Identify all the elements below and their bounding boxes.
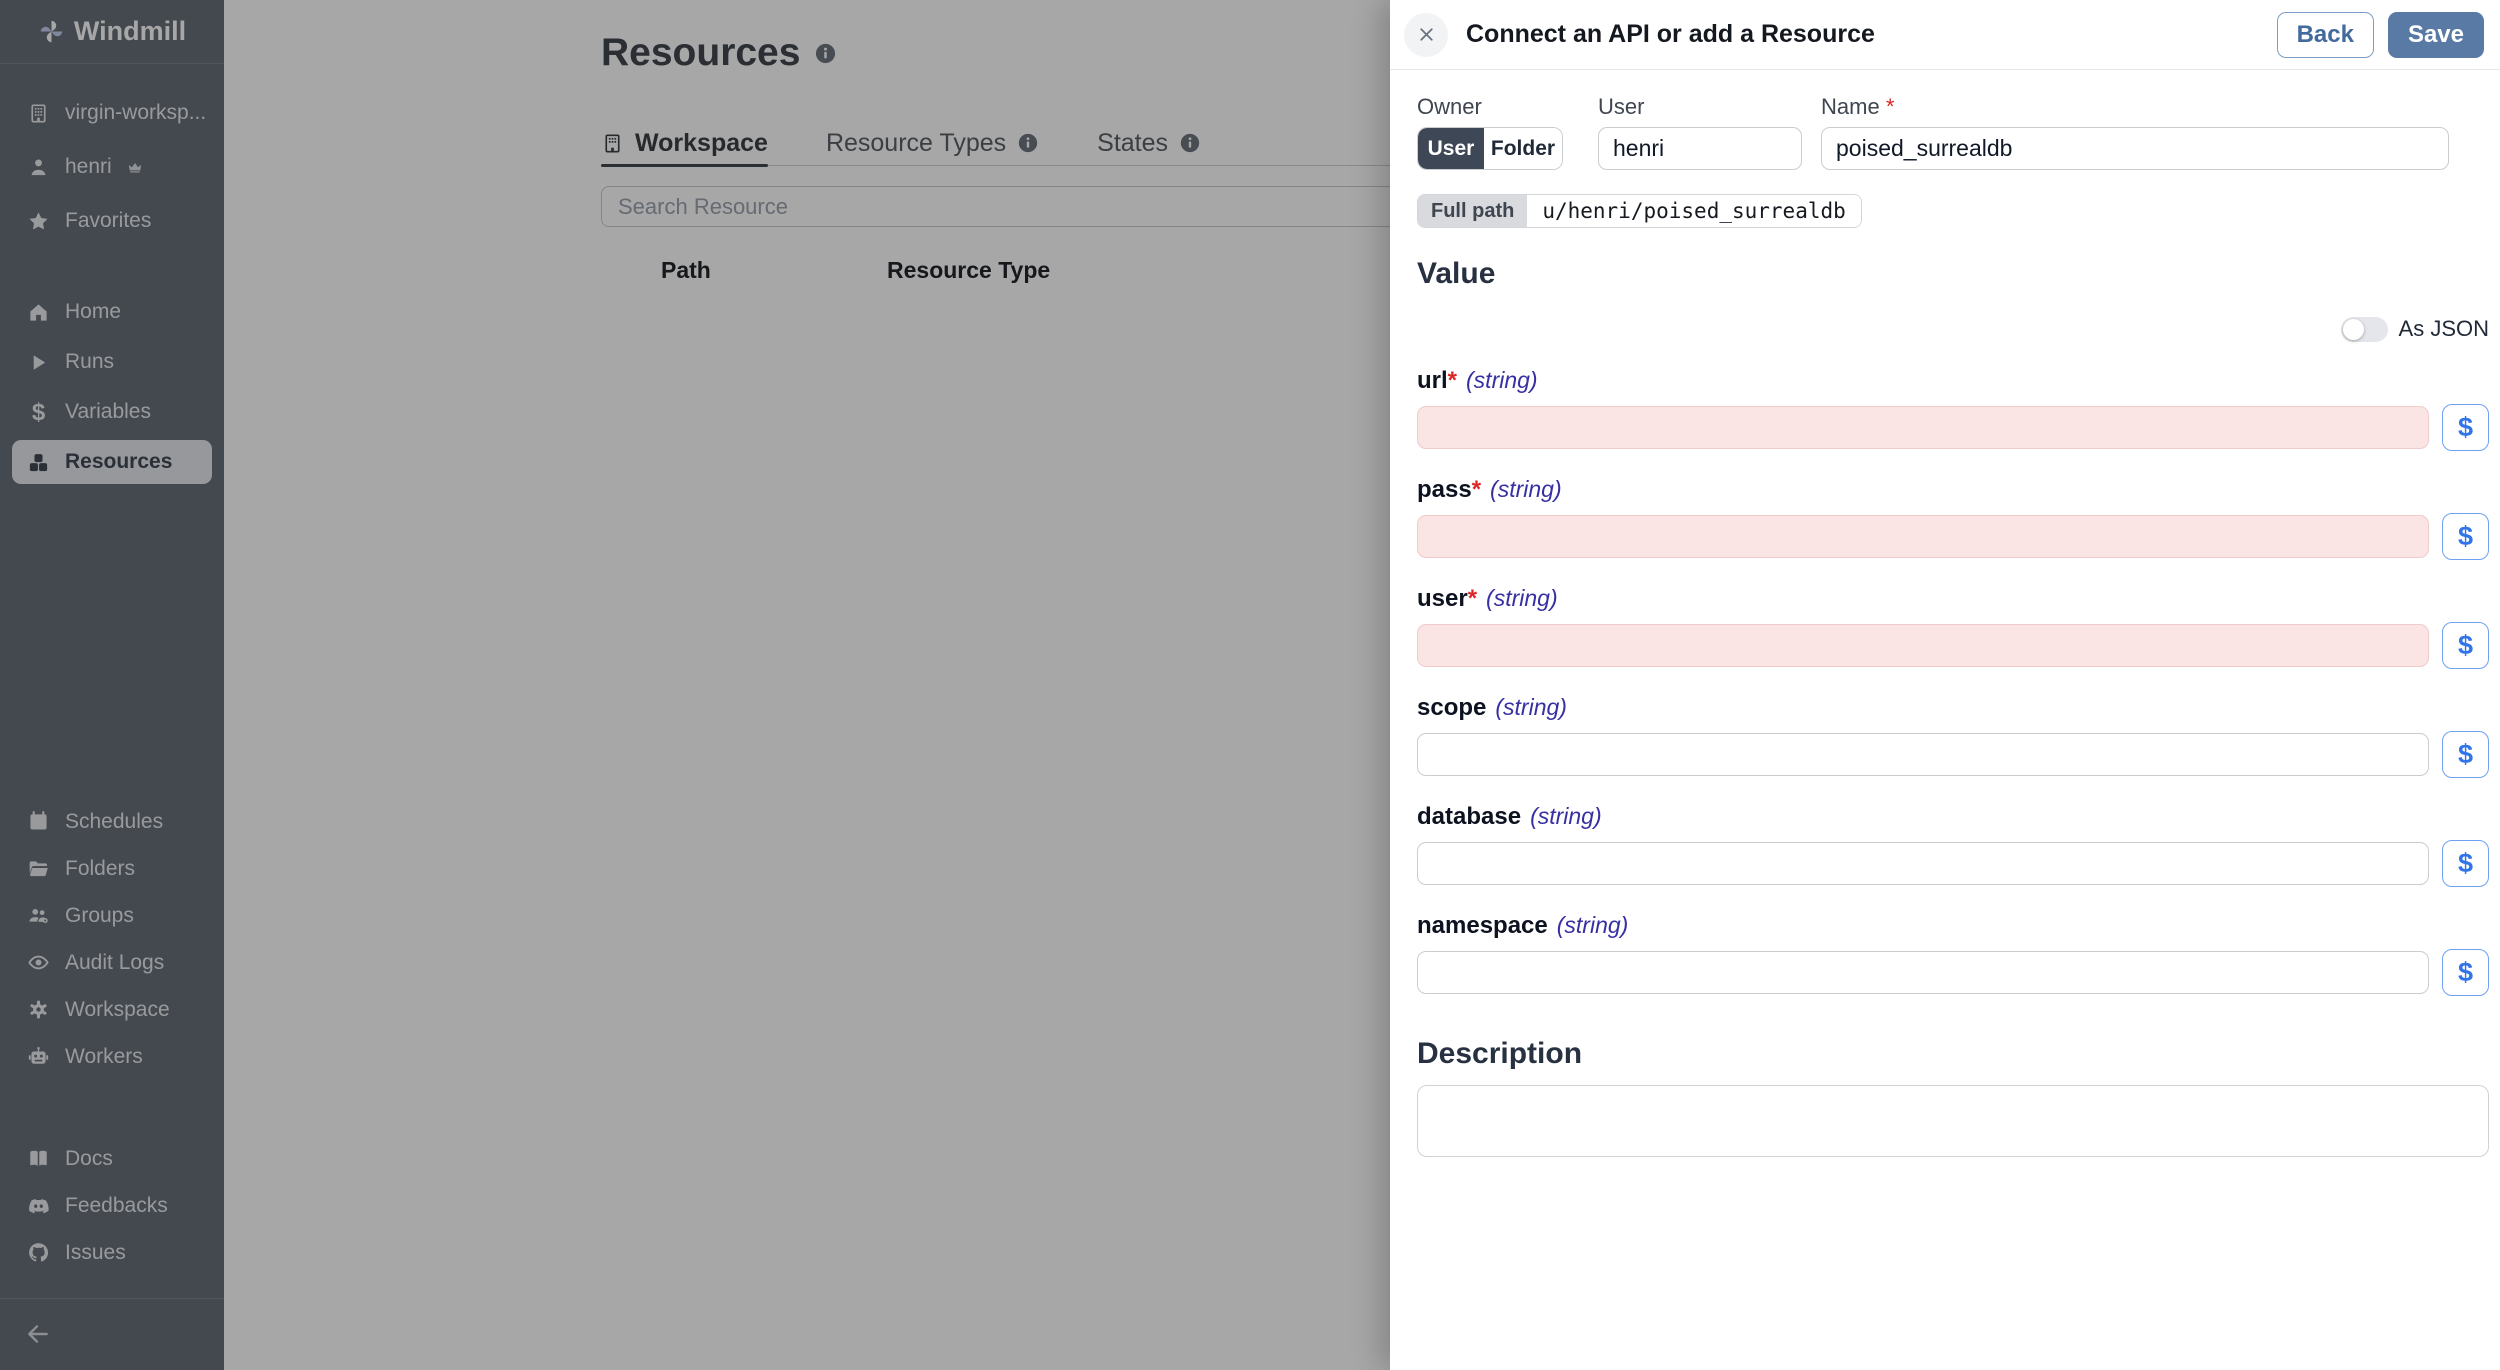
resource-drawer: Connect an API or add a Resource Back Sa… <box>1390 0 2500 1370</box>
close-icon <box>1419 28 1433 41</box>
owner-option-folder[interactable]: Folder <box>1484 128 1562 169</box>
required-marker: * <box>1885 94 1895 119</box>
insert-variable-button[interactable]: $ <box>2442 840 2489 887</box>
close-button[interactable] <box>1404 12 1448 57</box>
field-type: (string) <box>1490 476 1562 502</box>
insert-variable-button[interactable]: $ <box>2442 731 2489 778</box>
field-type: (string) <box>1486 585 1558 611</box>
drawer-body: Owner User Folder User Name * Full path … <box>1390 70 2500 1157</box>
as-json-label: As JSON <box>2398 316 2489 341</box>
field-scope-input[interactable] <box>1417 733 2429 776</box>
field-pass: pass* (string) $ <box>1417 475 2489 560</box>
field-type: (string) <box>1495 694 1567 720</box>
field-label: namespace (string) <box>1417 912 1629 939</box>
toggle-knob <box>2342 318 2364 340</box>
owner-label: Owner <box>1417 94 1482 119</box>
insert-variable-button[interactable]: $ <box>2442 622 2489 669</box>
field-user: user* (string) $ <box>1417 584 2489 669</box>
field-type: (string) <box>1556 912 1629 938</box>
field-label: scope (string) <box>1417 694 1567 721</box>
insert-variable-button[interactable]: $ <box>2442 513 2489 560</box>
description-textarea[interactable] <box>1417 1085 2489 1157</box>
field-type: (string) <box>1466 367 1538 393</box>
field-label: database (string) <box>1417 803 1602 830</box>
field-label: pass* (string) <box>1417 476 1562 503</box>
field-namespace: namespace (string) $ <box>1417 911 2489 996</box>
field-namespace-input[interactable] <box>1417 951 2429 994</box>
full-path-chip: Full path <box>1418 195 1528 227</box>
insert-variable-button[interactable]: $ <box>2442 949 2489 996</box>
required-marker: * <box>1471 476 1482 503</box>
name-field-input[interactable] <box>1821 127 2449 170</box>
field-url: url* (string) $ <box>1417 366 2489 451</box>
field-label: url* (string) <box>1417 367 1538 394</box>
drawer-header: Connect an API or add a Resource Back Sa… <box>1390 0 2500 70</box>
value-heading: Value <box>1417 257 1496 290</box>
user-field-label: User <box>1598 94 1645 119</box>
insert-variable-button[interactable]: $ <box>2442 404 2489 451</box>
field-type: (string) <box>1530 803 1602 829</box>
field-scope: scope (string) $ <box>1417 693 2489 778</box>
full-path-value: u/henri/poised_surrealdb <box>1527 195 1861 227</box>
as-json-row: As JSON <box>1417 316 2489 342</box>
back-button[interactable]: Back <box>2276 11 2374 58</box>
required-marker: * <box>1467 585 1478 612</box>
field-database-input[interactable] <box>1417 842 2429 885</box>
save-button[interactable]: Save <box>2387 11 2484 58</box>
field-label: user* (string) <box>1417 585 1558 612</box>
field-url-input[interactable] <box>1417 406 2429 449</box>
drawer-title: Connect an API or add a Resource <box>1466 20 1875 48</box>
field-pass-input[interactable] <box>1417 515 2429 558</box>
field-user-input[interactable] <box>1417 624 2429 667</box>
owner-toggle: User Folder <box>1417 127 1563 170</box>
as-json-toggle[interactable] <box>2340 316 2388 342</box>
name-field-label: Name * <box>1821 94 1895 119</box>
field-database: database (string) $ <box>1417 802 2489 887</box>
full-path-row: Full path u/henri/poised_surrealdb <box>1417 194 1862 228</box>
required-marker: * <box>1447 367 1458 394</box>
owner-option-user[interactable]: User <box>1418 128 1484 169</box>
user-field-input[interactable] <box>1598 127 1802 170</box>
description-heading: Description <box>1417 1037 1583 1070</box>
